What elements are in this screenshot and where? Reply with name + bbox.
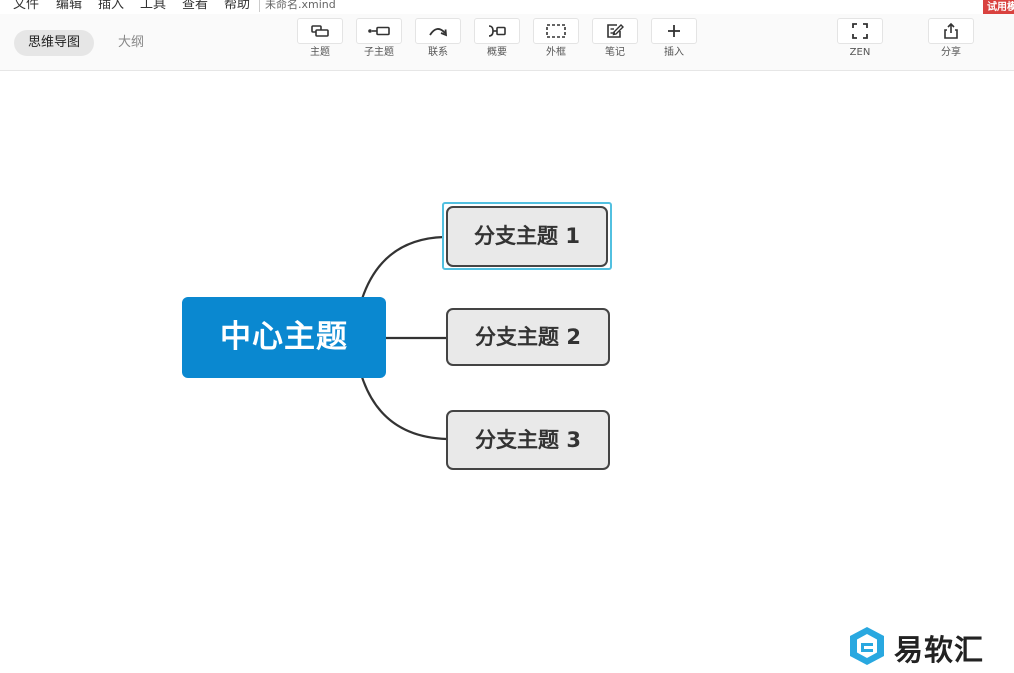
boundary-label: 外框 [546,47,566,58]
watermark-logo-icon [850,627,884,665]
fullscreen-icon [852,23,868,39]
branch-topic-1[interactable]: 分支主题 1 [446,206,608,267]
boundary-button[interactable]: 外框 [532,18,580,59]
menu-tools[interactable]: 工具 [140,0,166,13]
toolbar: 思维导图 大纲 主题 子主题 联系 概要 外框 笔记 插入 ZEN 分享 [0,14,1014,71]
zen-label: ZEN [849,47,871,58]
relationship-button[interactable]: 联系 [414,18,462,59]
branch-topic-2[interactable]: 分支主题 2 [446,308,610,366]
share-label: 分享 [941,47,961,58]
connector-branch-3 [360,376,448,441]
insert-label: 插入 [664,47,684,58]
menu-bar: 文件 编辑 插入 工具 查看 帮助 未命名.xmind 试用模 [0,0,1014,16]
share-icon [944,22,958,39]
menu-help[interactable]: 帮助 [224,0,250,13]
menu-edit[interactable]: 编辑 [56,0,82,13]
mindmap-canvas[interactable]: 中心主题 分支主题 1 分支主题 2 分支主题 3 [0,71,1014,673]
watermark-text: 易软汇 [894,633,985,667]
summary-button[interactable]: 概要 [473,18,521,59]
subtopic-button[interactable]: 子主题 [355,18,403,59]
tab-outline[interactable]: 大纲 [104,30,158,56]
subtopic-label: 子主题 [364,47,394,58]
summary-label: 概要 [487,47,507,58]
relationship-icon [429,28,448,37]
note-label: 笔记 [605,47,625,58]
file-name: 未命名.xmind [265,0,336,11]
menu-separator [259,0,260,12]
menu-view[interactable]: 查看 [182,0,208,13]
watermark: 易软汇 [846,625,1012,667]
zen-button[interactable]: ZEN [836,18,884,59]
connector-branch-1 [360,235,445,300]
boundary-icon [546,24,566,38]
menu-file[interactable]: 文件 [13,0,39,13]
central-topic[interactable]: 中心主题 [182,297,386,378]
topic-icon [311,25,329,37]
subtopic-icon [368,26,390,36]
branch-topic-3[interactable]: 分支主题 3 [446,410,610,470]
connector-lines [360,235,448,441]
note-button[interactable]: 笔记 [591,18,639,59]
summary-icon [488,25,506,37]
relationship-label: 联系 [428,47,448,58]
insert-button[interactable]: 插入 [650,18,698,59]
note-icon [607,24,624,38]
menu-insert[interactable]: 插入 [98,0,124,13]
tab-mindmap[interactable]: 思维导图 [14,30,95,56]
share-button[interactable]: 分享 [927,18,975,59]
plus-icon [668,25,680,37]
topic-button[interactable]: 主题 [296,18,344,59]
topic-label: 主题 [310,47,330,58]
